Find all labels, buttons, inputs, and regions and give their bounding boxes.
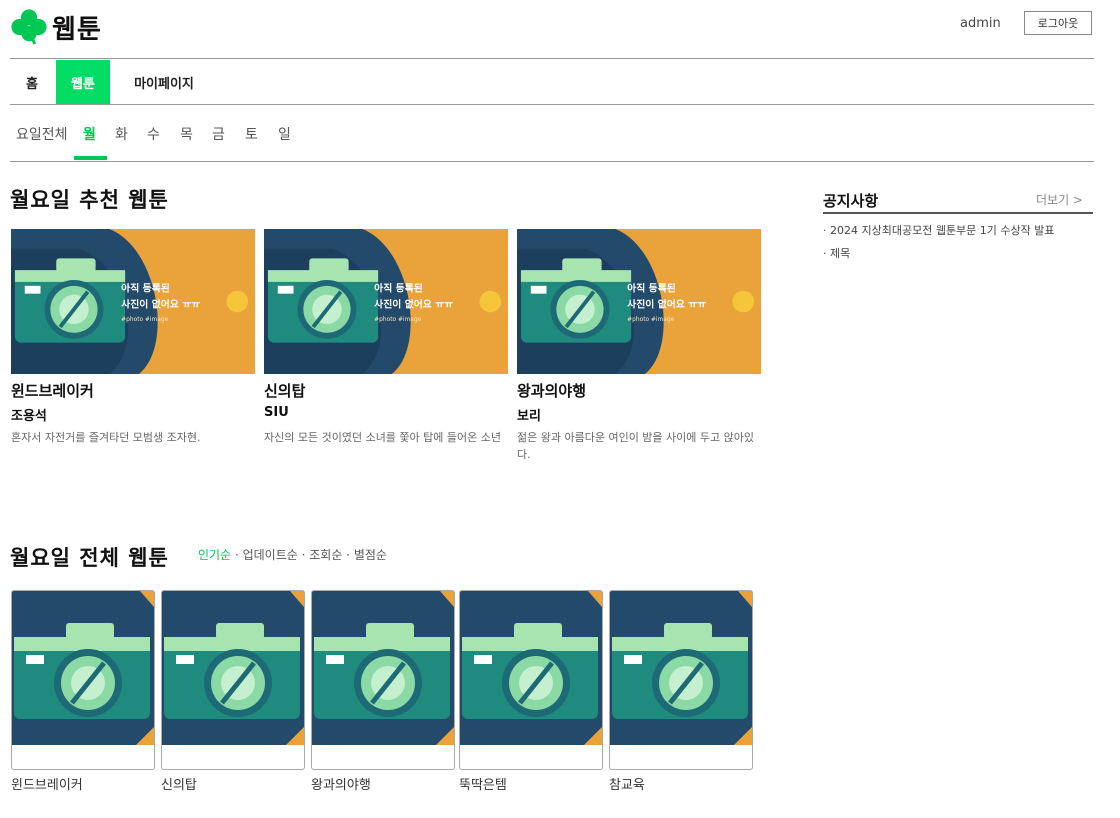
webtoon-card-title[interactable]: 참교육 bbox=[609, 774, 645, 793]
card-desc: 자신의 모든 것이였던 소녀를 쫓아 탑에 들어온 소년 bbox=[264, 431, 501, 444]
notice-more-link[interactable]: 더보기 > bbox=[1036, 191, 1083, 208]
recommend-title: 월요일 추천 웹툰 bbox=[10, 188, 169, 212]
card-author: 보리 bbox=[517, 409, 541, 424]
webtoon-card[interactable] bbox=[459, 590, 603, 770]
day-tab-mon[interactable]: 월 bbox=[83, 124, 96, 144]
clover-icon[interactable] bbox=[10, 8, 48, 46]
nav-mypage[interactable]: 마이페이지 bbox=[120, 60, 208, 104]
day-tab-all[interactable]: 요일전체 bbox=[16, 124, 68, 144]
day-tab-sat[interactable]: 토 bbox=[245, 124, 258, 144]
thumb-tags: #photo #image bbox=[627, 317, 674, 323]
card-desc: 젊은 왕과 아름다운 여인이 밤을 사이에 두고 앉아있다. bbox=[517, 431, 754, 461]
webtoon-card[interactable] bbox=[11, 590, 155, 770]
card-title[interactable]: 신의탑 bbox=[264, 380, 305, 401]
webtoon-card-title[interactable]: 뚝딱은템 bbox=[459, 774, 507, 793]
thumb-text-line1: 아직 등록된 bbox=[627, 282, 676, 295]
sort-views[interactable]: 조회순 bbox=[309, 548, 342, 562]
user-name: admin bbox=[960, 16, 1001, 31]
webtoon-thumbnail bbox=[460, 591, 602, 745]
sort-separator: · bbox=[297, 548, 310, 562]
sort-rating[interactable]: 별점순 bbox=[354, 548, 387, 562]
card-title[interactable]: 왕과의야행 bbox=[517, 380, 586, 401]
notice-item[interactable]: · 2024 지상최대공모전 웹툰부문 1기 수상작 발표 bbox=[823, 222, 1055, 238]
webtoon-card-title[interactable]: 신의탑 bbox=[161, 774, 197, 793]
thumb-text-line2: 사진이 없어요 ㅠㅠ bbox=[627, 297, 706, 310]
day-tabs-divider bbox=[10, 161, 1094, 162]
card-title[interactable]: 윈드브레이커 bbox=[11, 380, 94, 401]
sort-update[interactable]: 업데이트순 bbox=[243, 548, 298, 562]
card-desc: 혼자서 자전거를 즐겨타던 모범생 조자현. bbox=[11, 431, 201, 444]
day-tab-tue[interactable]: 화 bbox=[115, 124, 128, 144]
webtoon-thumbnail bbox=[312, 591, 454, 745]
nav-home[interactable]: 홈 bbox=[14, 60, 50, 104]
webtoon-card[interactable] bbox=[161, 590, 305, 770]
nav-webtoon[interactable]: 웹툰 bbox=[56, 60, 110, 104]
notice-divider bbox=[823, 212, 1093, 214]
sort-options: 인기순 · 업데이트순 · 조회순 · 별점순 bbox=[198, 546, 387, 563]
card-author: SIU bbox=[264, 405, 289, 420]
recommend-thumbnail[interactable]: 아직 등록된 사진이 없어요 ㅠㅠ #photo #image bbox=[11, 229, 255, 374]
webtoon-card[interactable] bbox=[609, 590, 753, 770]
thumb-tags: #photo #image bbox=[374, 317, 421, 323]
sort-separator: · bbox=[231, 548, 243, 562]
notice-title: 공지사항 bbox=[823, 192, 879, 210]
day-tab-thu[interactable]: 목 bbox=[180, 124, 193, 144]
day-tab-wed[interactable]: 수 bbox=[147, 124, 160, 144]
thumb-text-line2: 사진이 없어요 ㅠㅠ bbox=[374, 297, 453, 310]
header-divider bbox=[10, 58, 1094, 59]
webtoon-card-title[interactable]: 윈드브레이커 bbox=[11, 774, 83, 793]
thumb-text-line2: 사진이 없어요 ㅠㅠ bbox=[121, 297, 200, 310]
thumb-text-line1: 아직 등록된 bbox=[121, 282, 170, 295]
webtoon-thumbnail bbox=[162, 591, 304, 745]
recommend-thumbnail[interactable]: 아직 등록된 사진이 없어요 ㅠㅠ #photo #image bbox=[264, 229, 508, 374]
day-tab-fri[interactable]: 금 bbox=[212, 124, 225, 144]
nav-divider bbox=[10, 104, 1094, 105]
webtoon-thumbnail bbox=[12, 591, 154, 745]
card-author: 조용석 bbox=[11, 409, 47, 424]
thumb-tags: #photo #image bbox=[121, 317, 168, 323]
active-day-indicator bbox=[74, 156, 107, 160]
recommend-thumbnail[interactable]: 아직 등록된 사진이 없어요 ㅠㅠ #photo #image bbox=[517, 229, 761, 374]
site-title[interactable]: 웹툰 bbox=[52, 9, 102, 46]
thumb-text-line1: 아직 등록된 bbox=[374, 282, 423, 295]
sort-popular[interactable]: 인기순 bbox=[198, 548, 231, 562]
sort-separator: · bbox=[342, 548, 354, 562]
webtoon-thumbnail bbox=[610, 591, 752, 745]
day-tab-sun[interactable]: 일 bbox=[278, 124, 291, 144]
webtoon-card-title[interactable]: 왕과의야행 bbox=[311, 774, 371, 793]
webtoon-card[interactable] bbox=[311, 590, 455, 770]
notice-item[interactable]: · 제목 bbox=[823, 245, 850, 261]
all-title: 월요일 전체 웹툰 bbox=[10, 546, 169, 570]
logout-button[interactable]: 로그아웃 bbox=[1024, 11, 1092, 35]
